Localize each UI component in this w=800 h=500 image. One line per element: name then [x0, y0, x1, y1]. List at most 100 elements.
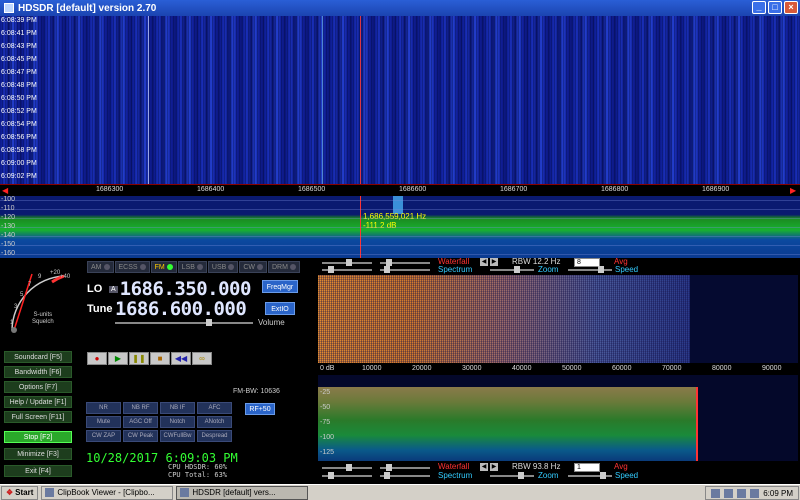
af-zoom-slider[interactable] — [490, 475, 534, 477]
cw-zap-button[interactable]: CW ZAP — [86, 430, 121, 442]
rf-spectrum[interactable]: 1,686,559,021 Hz -111.2 dB -100 -110 -120 -… — [0, 196, 800, 258]
mode-led-icon — [196, 264, 203, 270]
taskbar: ❖ Start ClipBook Viewer - [Clipbo... HDSD… — [0, 484, 800, 500]
nb-if-button[interactable]: NB IF — [160, 402, 195, 414]
af-waterfall-slider-2-thumb[interactable] — [386, 464, 392, 471]
mode-button-usb[interactable]: USB — [207, 261, 239, 273]
arrow-right-icon[interactable]: ▶ — [490, 258, 498, 266]
rf-gain-button[interactable]: RF+50 — [245, 403, 275, 415]
af-speed-slider-thumb[interactable] — [600, 472, 606, 479]
stop-icon[interactable]: ■ — [150, 352, 170, 365]
network-icon[interactable] — [711, 488, 721, 498]
volume-slider[interactable] — [115, 322, 253, 324]
exit-button[interactable]: Exit [F4] — [4, 465, 72, 477]
spectrum-slider-2-thumb[interactable] — [384, 266, 390, 273]
mode-button-am[interactable]: AM — [87, 261, 114, 273]
cw-peak-button[interactable]: CW Peak — [123, 430, 158, 442]
spectrum-gridline — [0, 200, 800, 201]
af-arrow-right-icon[interactable]: ▶ — [490, 463, 498, 471]
mode-button-drm[interactable]: DRM — [267, 261, 300, 273]
volume-slider-thumb[interactable] — [206, 319, 212, 326]
af-spectrum-slider-1-thumb[interactable] — [328, 472, 334, 479]
tune-frequency[interactable]: 1686.600.000 — [115, 298, 247, 320]
rewind-icon[interactable]: ◀◀ — [171, 352, 191, 365]
despread-button[interactable]: Despread — [197, 430, 232, 442]
mode-button-fm[interactable]: FM — [150, 261, 177, 273]
close-icon[interactable]: × — [784, 1, 798, 14]
audio-waterfall[interactable] — [318, 275, 798, 363]
minimize-button[interactable]: Minimize [F3] — [4, 448, 72, 460]
waterfall-time-label: 6:08:47 PM — [1, 69, 37, 76]
lo-frequency[interactable]: 1686.350.000 — [120, 278, 252, 300]
mode-button-ecss[interactable]: ECSS — [114, 261, 150, 273]
mode-button-lsb[interactable]: LSB — [177, 261, 207, 273]
arrow-left-icon[interactable]: ◀ — [480, 258, 488, 266]
spectrum-db-label: -130 — [1, 223, 16, 230]
audio-filter-cutoff[interactable] — [696, 387, 698, 461]
full-screen-button[interactable]: Full Screen [F11] — [4, 411, 72, 423]
audio-spectrum[interactable]: -25 -50 -75 -100 -125 — [318, 375, 798, 461]
zoom-slider[interactable] — [490, 269, 534, 271]
play-icon[interactable]: ▶ — [108, 352, 128, 365]
start-button[interactable]: ❖ Start — [1, 485, 39, 500]
volume-icon[interactable] — [724, 488, 734, 498]
hdsdr-window: HDSDR [default] version 2.70 _ □ × 6:08:… — [0, 0, 800, 500]
waterfall-slider-1-thumb[interactable] — [346, 259, 352, 266]
af-avg-select[interactable]: 1 — [574, 463, 600, 472]
lo-badge[interactable]: A — [109, 285, 118, 293]
frequency-scale[interactable]: ◀ ▶ 1686300 1686400 1686500 1686600 1686700 1… — [0, 184, 800, 196]
anotch-button[interactable]: ANotch — [197, 416, 232, 428]
task-list: ClipBook Viewer - [Clipbo... HDSDR [defau… — [38, 485, 309, 500]
soundcard-button[interactable]: Soundcard [F5] — [4, 351, 72, 363]
clock[interactable]: 6:09 PM — [763, 489, 793, 498]
zoom-slider-thumb[interactable] — [514, 266, 520, 273]
bandwidth-button[interactable]: Bandwidth [F6] — [4, 366, 72, 378]
speed-slider-thumb[interactable] — [598, 266, 604, 273]
options-button[interactable]: Options [F7] — [4, 381, 72, 393]
stop-button[interactable]: Stop [F2] — [4, 431, 72, 443]
af-zoom-slider-thumb[interactable] — [518, 472, 524, 479]
speed-slider[interactable] — [568, 269, 612, 271]
loop-icon[interactable]: ∞ — [192, 352, 212, 365]
af-waterfall-slider-1-thumb[interactable] — [346, 464, 352, 471]
nr-button[interactable]: NR — [86, 402, 121, 414]
help-update-button[interactable]: Help / Update [F1] — [4, 396, 72, 408]
audio-spectrum-db-label: -50 — [320, 404, 331, 411]
windows-logo-icon: ❖ — [6, 488, 14, 497]
tune-marker-line — [360, 16, 361, 184]
taskbar-task-button[interactable]: HDSDR [default] vers... — [176, 485, 309, 500]
mode-label: LSB — [181, 263, 195, 271]
lo-label: LO — [87, 283, 103, 295]
extio-button[interactable]: ExtIO — [265, 302, 295, 315]
s-meter-gauge-icon — [11, 273, 65, 333]
audio-frequency-tick: 60000 — [612, 365, 632, 372]
cwfullbw-button[interactable]: CWFullBw — [160, 430, 195, 442]
scroll-right-icon[interactable]: ▶ — [790, 186, 796, 195]
nb-rf-button[interactable]: NB RF — [123, 402, 158, 414]
waterfall-time-label: 6:08:50 PM — [1, 95, 37, 102]
spectrum-slider-1-thumb[interactable] — [328, 266, 334, 273]
maximize-icon[interactable]: □ — [768, 1, 782, 14]
waterfall-slider-2-thumb[interactable] — [386, 259, 392, 266]
pause-icon[interactable]: ❚❚ — [129, 352, 149, 365]
frequency-tick-label: 1686800 — [601, 186, 629, 193]
rf-waterfall[interactable]: 6:08:39 PM 6:08:41 PM 6:08:43 PM 6:08:45 PM… — [0, 16, 800, 184]
usb-icon[interactable] — [750, 488, 760, 498]
spectrum-gridline — [0, 245, 800, 246]
minimize-icon[interactable]: _ — [752, 1, 766, 14]
notch-button[interactable]: Notch — [160, 416, 195, 428]
squelch-label[interactable]: Squelch — [32, 319, 54, 326]
readout-level: -111.2 dB — [363, 221, 397, 230]
mute-button[interactable]: Mute — [86, 416, 121, 428]
af-arrow-left-icon[interactable]: ◀ — [480, 463, 488, 471]
record-icon[interactable]: ● — [87, 352, 107, 365]
af-spectrum-slider-2-thumb[interactable] — [384, 472, 390, 479]
afc-button[interactable]: AFC — [197, 402, 232, 414]
freqmgr-button[interactable]: FreqMgr — [262, 280, 298, 293]
mode-button-cw[interactable]: CW — [239, 261, 267, 273]
agc-off-button[interactable]: AGC Off — [123, 416, 158, 428]
speed-label: Speed — [615, 265, 639, 274]
scroll-left-icon[interactable]: ◀ — [2, 186, 8, 195]
security-icon[interactable] — [737, 488, 747, 498]
taskbar-task-button[interactable]: ClipBook Viewer - [Clipbo... — [41, 485, 174, 500]
